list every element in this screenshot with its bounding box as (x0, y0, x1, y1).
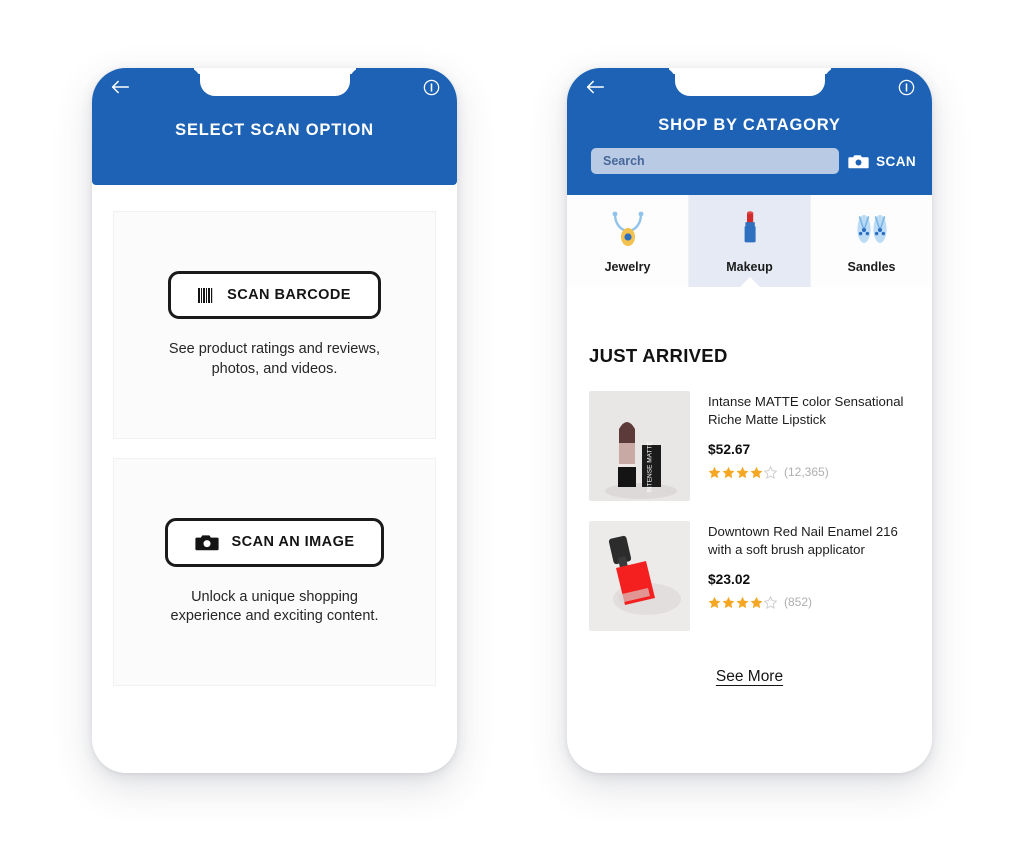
product-review-count: (852) (784, 595, 813, 610)
app-header-left: SELECT SCAN OPTION (92, 68, 457, 185)
tab-label: Sandles (847, 260, 896, 274)
camera-icon (848, 154, 869, 168)
star-empty-icon (764, 595, 777, 609)
product-list-item[interactable]: INTENSE MATTE Intanse MATTE color Sensat… (589, 391, 910, 501)
scan-barcode-button[interactable]: SCAN BARCODE (168, 271, 381, 320)
header-scan-button[interactable]: SCAN (848, 154, 916, 169)
category-tabs: Jewelry Makeup Sandles (567, 195, 932, 287)
product-thumbnail: INTENSE MATTE (589, 391, 690, 501)
screen-shop-by-category: SHOP BY CATAGORY Search SCAN Jewelry Mak… (567, 68, 932, 773)
scan-barcode-card[interactable]: SCAN BARCODE See product ratings and rev… (113, 211, 436, 439)
svg-text:INTENSE MATTE: INTENSE MATTE (647, 441, 654, 493)
category-content: JUST ARRIVED INTENSE MATTE Intanse MATTE… (567, 345, 932, 686)
star-filled-icon (722, 596, 735, 609)
star-empty-icon (764, 465, 777, 479)
header-scan-label: SCAN (876, 153, 916, 169)
product-review-count: (12,365) (784, 465, 829, 480)
necklace-icon (612, 211, 643, 246)
star-filled-icon (722, 466, 735, 479)
camera-icon (194, 534, 219, 550)
scan-image-card[interactable]: SCAN AN IMAGE Unlock a unique shopping e… (113, 458, 436, 686)
product-thumbnail (589, 521, 690, 631)
product-price: $52.67 (708, 442, 751, 458)
tab-label: Makeup (726, 260, 773, 274)
star-filled-icon (750, 596, 763, 609)
star-rating (708, 465, 777, 479)
phone-mockup-scan-option: SELECT SCAN OPTION SCAN BARCODE See prod… (92, 68, 457, 773)
star-rating (708, 595, 777, 609)
section-title-just-arrived: JUST ARRIVED (589, 345, 728, 366)
search-input[interactable]: Search (591, 148, 840, 174)
scan-barcode-label: SCAN BARCODE (227, 287, 351, 304)
screens-container: SELECT SCAN OPTION SCAN BARCODE See prod… (0, 0, 1024, 850)
page-title-left: SELECT SCAN OPTION (175, 121, 374, 139)
tab-label: Jewelry (604, 260, 651, 274)
scan-image-button[interactable]: SCAN AN IMAGE (164, 517, 385, 567)
product-info: Downtown Red Nail Enamel 216 with a soft… (708, 521, 910, 631)
scan-image-description: Unlock a unique shopping experience and … (170, 588, 379, 624)
nail-polish-photo (589, 521, 690, 631)
flip-flops-icon (856, 215, 887, 243)
info-button[interactable] (423, 79, 440, 96)
back-button[interactable] (584, 76, 606, 98)
star-filled-icon (736, 466, 749, 479)
scan-image-label: SCAN AN IMAGE (231, 534, 355, 551)
product-list-item[interactable]: Downtown Red Nail Enamel 216 with a soft… (589, 521, 910, 631)
tab-jewelry[interactable]: Jewelry (567, 195, 688, 287)
info-circle-icon (898, 79, 915, 95)
product-name: Downtown Red Nail Enamel 216 with a soft… (708, 524, 898, 558)
product-rating: (852) (708, 595, 910, 609)
app-header-right: SHOP BY CATAGORY Search SCAN (567, 68, 932, 195)
barcode-icon (198, 287, 213, 303)
header-top-bar (567, 68, 932, 106)
screen-select-scan-option: SELECT SCAN OPTION SCAN BARCODE See prod… (92, 68, 457, 773)
scan-barcode-description: See product ratings and reviews, photos,… (168, 341, 381, 377)
see-more-container: See More (589, 668, 910, 686)
product-name: Intanse MATTE color Sensational Riche Ma… (708, 394, 904, 428)
lipstick-icon (744, 211, 756, 243)
search-row: Search SCAN (567, 135, 932, 174)
star-filled-icon (708, 466, 721, 479)
product-info: Intanse MATTE color Sensational Riche Ma… (708, 391, 910, 501)
arrow-left-icon (586, 80, 605, 94)
tab-sandles[interactable]: Sandles (810, 195, 932, 287)
lipstick-photo: INTENSE MATTE (589, 391, 690, 501)
see-more-link[interactable]: See More (716, 668, 783, 686)
star-filled-icon (736, 596, 749, 609)
star-filled-icon (750, 466, 763, 479)
scan-options-list: SCAN BARCODE See product ratings and rev… (92, 185, 457, 686)
product-rating: (12,365) (708, 465, 910, 479)
page-title-right: SHOP BY CATAGORY (658, 116, 841, 134)
header-top-bar (92, 68, 457, 106)
info-circle-icon (423, 79, 440, 95)
product-price: $23.02 (708, 572, 751, 588)
tab-makeup[interactable]: Makeup (688, 195, 810, 287)
arrow-left-icon (111, 80, 130, 94)
back-button[interactable] (109, 76, 131, 98)
search-placeholder: Search (603, 154, 645, 168)
star-filled-icon (708, 596, 721, 609)
info-button[interactable] (898, 79, 915, 96)
phone-mockup-shop-category: SHOP BY CATAGORY Search SCAN Jewelry Mak… (567, 68, 932, 773)
